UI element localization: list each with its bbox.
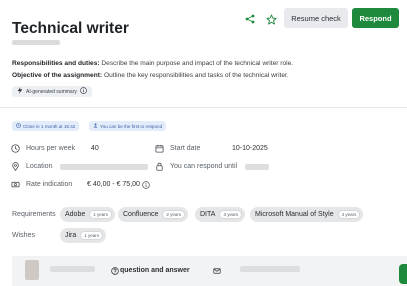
clock-icon [11, 144, 20, 153]
location-value-redacted [60, 164, 148, 170]
close-date-label: Close in 1 month at 15:42 [23, 123, 76, 129]
info-icon[interactable] [80, 87, 87, 96]
contact-email-redacted [240, 266, 300, 272]
favorite-star-icon[interactable] [264, 12, 278, 26]
calendar-icon [155, 144, 164, 153]
question-icon [110, 266, 119, 275]
first-responder-label: You can be the first to respond [100, 123, 163, 129]
rate-value: € 40,00 - € 75,00 [87, 181, 140, 188]
company-name-redacted [12, 40, 60, 45]
resume-check-button[interactable]: Resume check [284, 8, 348, 28]
chat-widget-button[interactable] [399, 264, 407, 284]
objective-label: Objective of the assignment: [12, 72, 103, 79]
skill-name: DITA [200, 211, 216, 218]
hours-value: 40 [91, 145, 99, 152]
skill-chip: Confluence 2 years [118, 207, 189, 222]
skill-years: 3 years [219, 210, 243, 219]
requirements-label: Requirements [12, 211, 56, 218]
first-responder-tag: You can be the first to respond [89, 121, 167, 131]
mail-icon[interactable] [212, 266, 221, 275]
skill-chip: DITA 3 years [195, 207, 246, 222]
skill-name: Microsoft Manual of Style [255, 211, 334, 218]
skill-chip: Microsoft Manual of Style 4 years [250, 207, 364, 222]
clock-icon [16, 123, 21, 129]
wish-name: Jira [65, 232, 77, 239]
start-date-label: Start date [170, 145, 201, 152]
avatar [25, 260, 39, 280]
ai-summary-badge[interactable]: AI-generated summary [12, 86, 92, 97]
sparkle-icon [17, 87, 23, 96]
money-icon [11, 180, 20, 189]
responsibilities-text: Describe the main purpose and impact of … [99, 60, 294, 67]
responsibilities-label: Responsibilities and duties: [12, 60, 100, 67]
contact-name-redacted [50, 266, 95, 272]
close-date-tag: Close in 1 month at 15:42 [12, 121, 80, 131]
share-icon[interactable] [243, 12, 257, 26]
objective-text: Outline the key responsibilities and tas… [102, 72, 289, 79]
lock-icon [155, 162, 164, 171]
wish-chip: Jira 1 years [60, 228, 107, 243]
people-icon [93, 123, 98, 129]
ai-summary-label: AI-generated summary [26, 88, 77, 95]
rate-info-icon[interactable] [141, 180, 150, 189]
wish-years: 1 years [80, 231, 104, 240]
question-and-answer-link[interactable]: question and answer [120, 267, 190, 274]
start-date-value: 10-10-2025 [232, 145, 268, 152]
location-label: Location [26, 163, 53, 170]
hours-label: Hours per week [26, 145, 76, 152]
section-divider [0, 107, 407, 108]
respond-until-label: You can respond until [170, 163, 238, 170]
rate-label: Rate indication [26, 181, 73, 188]
skill-years: 1 years [89, 210, 113, 219]
skill-years: 2 years [162, 210, 186, 219]
location-pin-icon [11, 162, 20, 171]
respond-button[interactable]: Respond [352, 8, 399, 28]
skill-name: Adobe [65, 211, 86, 218]
responsibilities-line: Responsibilities and duties: Describe th… [12, 60, 293, 67]
wishes-label: Wishes [12, 232, 35, 239]
objective-line: Objective of the assignment: Outline the… [12, 72, 289, 79]
skill-years: 4 years [337, 210, 361, 219]
respond-until-value-redacted [245, 164, 269, 170]
skill-name: Confluence [123, 211, 159, 218]
skill-chip: Adobe 1 years [60, 207, 116, 222]
page-title: Technical writer [12, 20, 129, 37]
